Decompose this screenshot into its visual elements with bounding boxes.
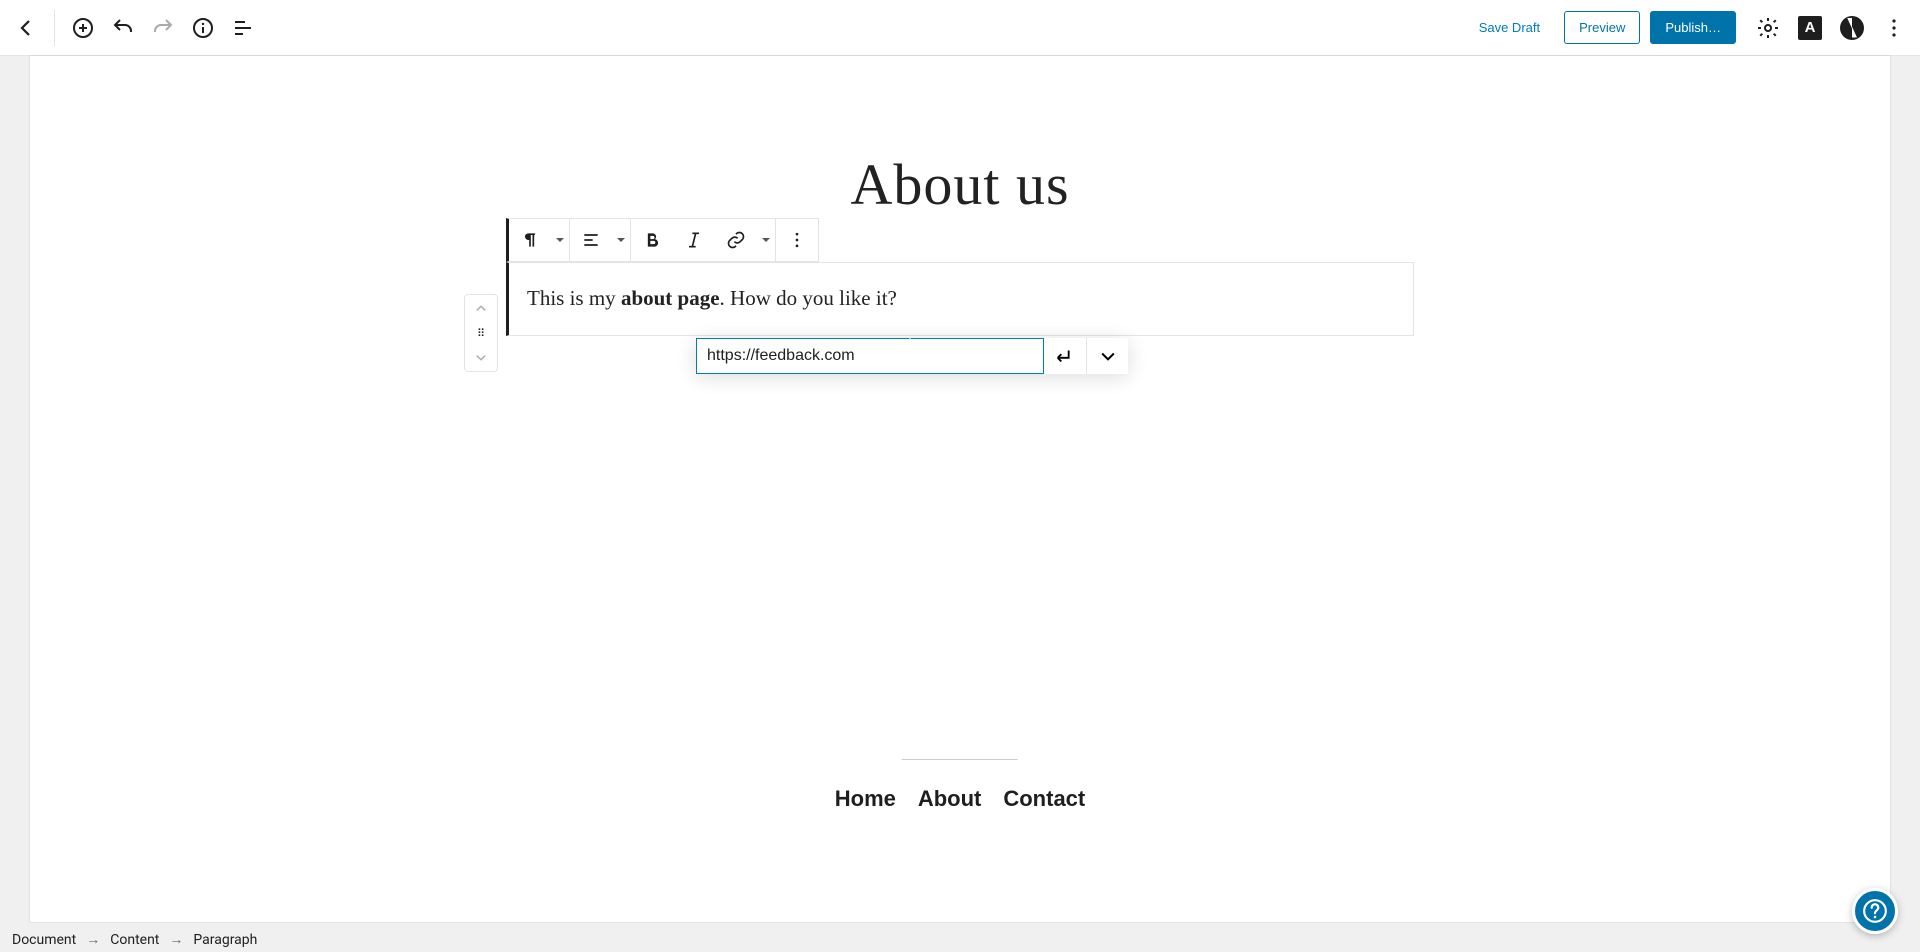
align-left-icon bbox=[581, 230, 601, 250]
caret-down-icon bbox=[760, 234, 772, 246]
block-more-button[interactable] bbox=[776, 219, 818, 261]
paragraph-block[interactable]: This is my about page. How do you like i… bbox=[506, 262, 1414, 336]
add-block-button[interactable] bbox=[65, 10, 101, 46]
arrow-right-icon: → bbox=[86, 931, 100, 948]
block-type-button[interactable] bbox=[509, 219, 551, 261]
arrow-right-icon: → bbox=[169, 931, 183, 948]
move-down-button[interactable] bbox=[466, 345, 496, 369]
accessibility-button[interactable]: A bbox=[1792, 10, 1828, 46]
more-format-dropdown[interactable] bbox=[757, 219, 775, 261]
editor-canvas[interactable]: About us ⠿ bbox=[30, 56, 1890, 922]
bold-button[interactable] bbox=[631, 219, 673, 261]
help-button[interactable] bbox=[1852, 888, 1898, 934]
redo-button[interactable] bbox=[145, 10, 181, 46]
paragraph-text-bold: about page bbox=[621, 286, 720, 310]
footer-link-about[interactable]: About bbox=[918, 786, 982, 811]
paragraph-text-prefix: This is my bbox=[527, 286, 621, 310]
breadcrumb-item[interactable]: Paragraph bbox=[193, 932, 257, 948]
bold-icon bbox=[642, 230, 662, 250]
link-apply-button[interactable] bbox=[1044, 338, 1086, 374]
move-up-button[interactable] bbox=[466, 297, 496, 321]
link-button[interactable] bbox=[715, 219, 757, 261]
more-menu-button[interactable] bbox=[1876, 10, 1912, 46]
more-vertical-icon bbox=[787, 230, 807, 250]
footer-link-contact[interactable]: Contact bbox=[1003, 786, 1085, 811]
undo-button[interactable] bbox=[105, 10, 141, 46]
link-url-input[interactable] bbox=[696, 338, 1044, 374]
header-right-actions: Save Draft Preview Publish… A bbox=[1467, 10, 1912, 46]
settings-button[interactable] bbox=[1750, 10, 1786, 46]
save-draft-button[interactable]: Save Draft bbox=[1467, 12, 1552, 43]
info-button[interactable] bbox=[185, 10, 221, 46]
preview-button[interactable]: Preview bbox=[1564, 11, 1640, 44]
letter-a-icon: A bbox=[1798, 16, 1822, 40]
jetpack-icon bbox=[1840, 16, 1864, 40]
breadcrumb-item[interactable]: Content bbox=[110, 932, 159, 948]
breadcrumb-item[interactable]: Document bbox=[12, 932, 76, 948]
footer-link-home[interactable]: Home bbox=[835, 786, 896, 811]
link-settings-toggle[interactable] bbox=[1086, 338, 1128, 374]
info-icon bbox=[191, 16, 215, 40]
gear-icon bbox=[1756, 16, 1780, 40]
paragraph-text-suffix: . How do you like it? bbox=[720, 286, 897, 310]
chevron-down-icon bbox=[474, 350, 488, 364]
align-button[interactable] bbox=[570, 219, 612, 261]
italic-button[interactable] bbox=[673, 219, 715, 261]
enter-icon bbox=[1054, 345, 1076, 367]
divider bbox=[54, 10, 55, 46]
list-icon bbox=[231, 16, 255, 40]
align-dropdown[interactable] bbox=[612, 219, 630, 261]
header-left-tools bbox=[8, 10, 261, 46]
block-mover: ⠿ bbox=[464, 294, 498, 372]
caret-down-icon bbox=[554, 234, 566, 246]
jetpack-button[interactable] bbox=[1834, 10, 1870, 46]
link-popover bbox=[696, 338, 1128, 374]
undo-icon bbox=[111, 16, 135, 40]
outline-button[interactable] bbox=[225, 10, 261, 46]
block-toolbar bbox=[506, 218, 819, 262]
footer-separator bbox=[902, 759, 1018, 760]
block-breadcrumb: Document → Content → Paragraph bbox=[12, 931, 257, 948]
plus-circle-icon bbox=[71, 16, 95, 40]
chevron-left-icon bbox=[14, 16, 38, 40]
help-circle-icon bbox=[1862, 898, 1888, 924]
chevron-down-icon bbox=[1098, 346, 1118, 366]
pilcrow-icon bbox=[520, 230, 540, 250]
footer-navigation: Home About Contact bbox=[826, 759, 1094, 812]
caret-down-icon bbox=[615, 234, 627, 246]
redo-icon bbox=[151, 16, 175, 40]
link-icon bbox=[726, 230, 746, 250]
chevron-up-icon bbox=[474, 302, 488, 316]
page-title[interactable]: About us bbox=[30, 151, 1890, 218]
more-vertical-icon bbox=[1882, 16, 1906, 40]
italic-icon bbox=[684, 230, 704, 250]
back-button[interactable] bbox=[8, 10, 44, 46]
editor-header: Save Draft Preview Publish… A bbox=[0, 0, 1920, 56]
publish-button[interactable]: Publish… bbox=[1650, 11, 1736, 44]
block-type-dropdown[interactable] bbox=[551, 219, 569, 261]
drag-handle[interactable]: ⠿ bbox=[466, 321, 496, 345]
paragraph-block-wrapper: ⠿ bbox=[506, 262, 1414, 336]
